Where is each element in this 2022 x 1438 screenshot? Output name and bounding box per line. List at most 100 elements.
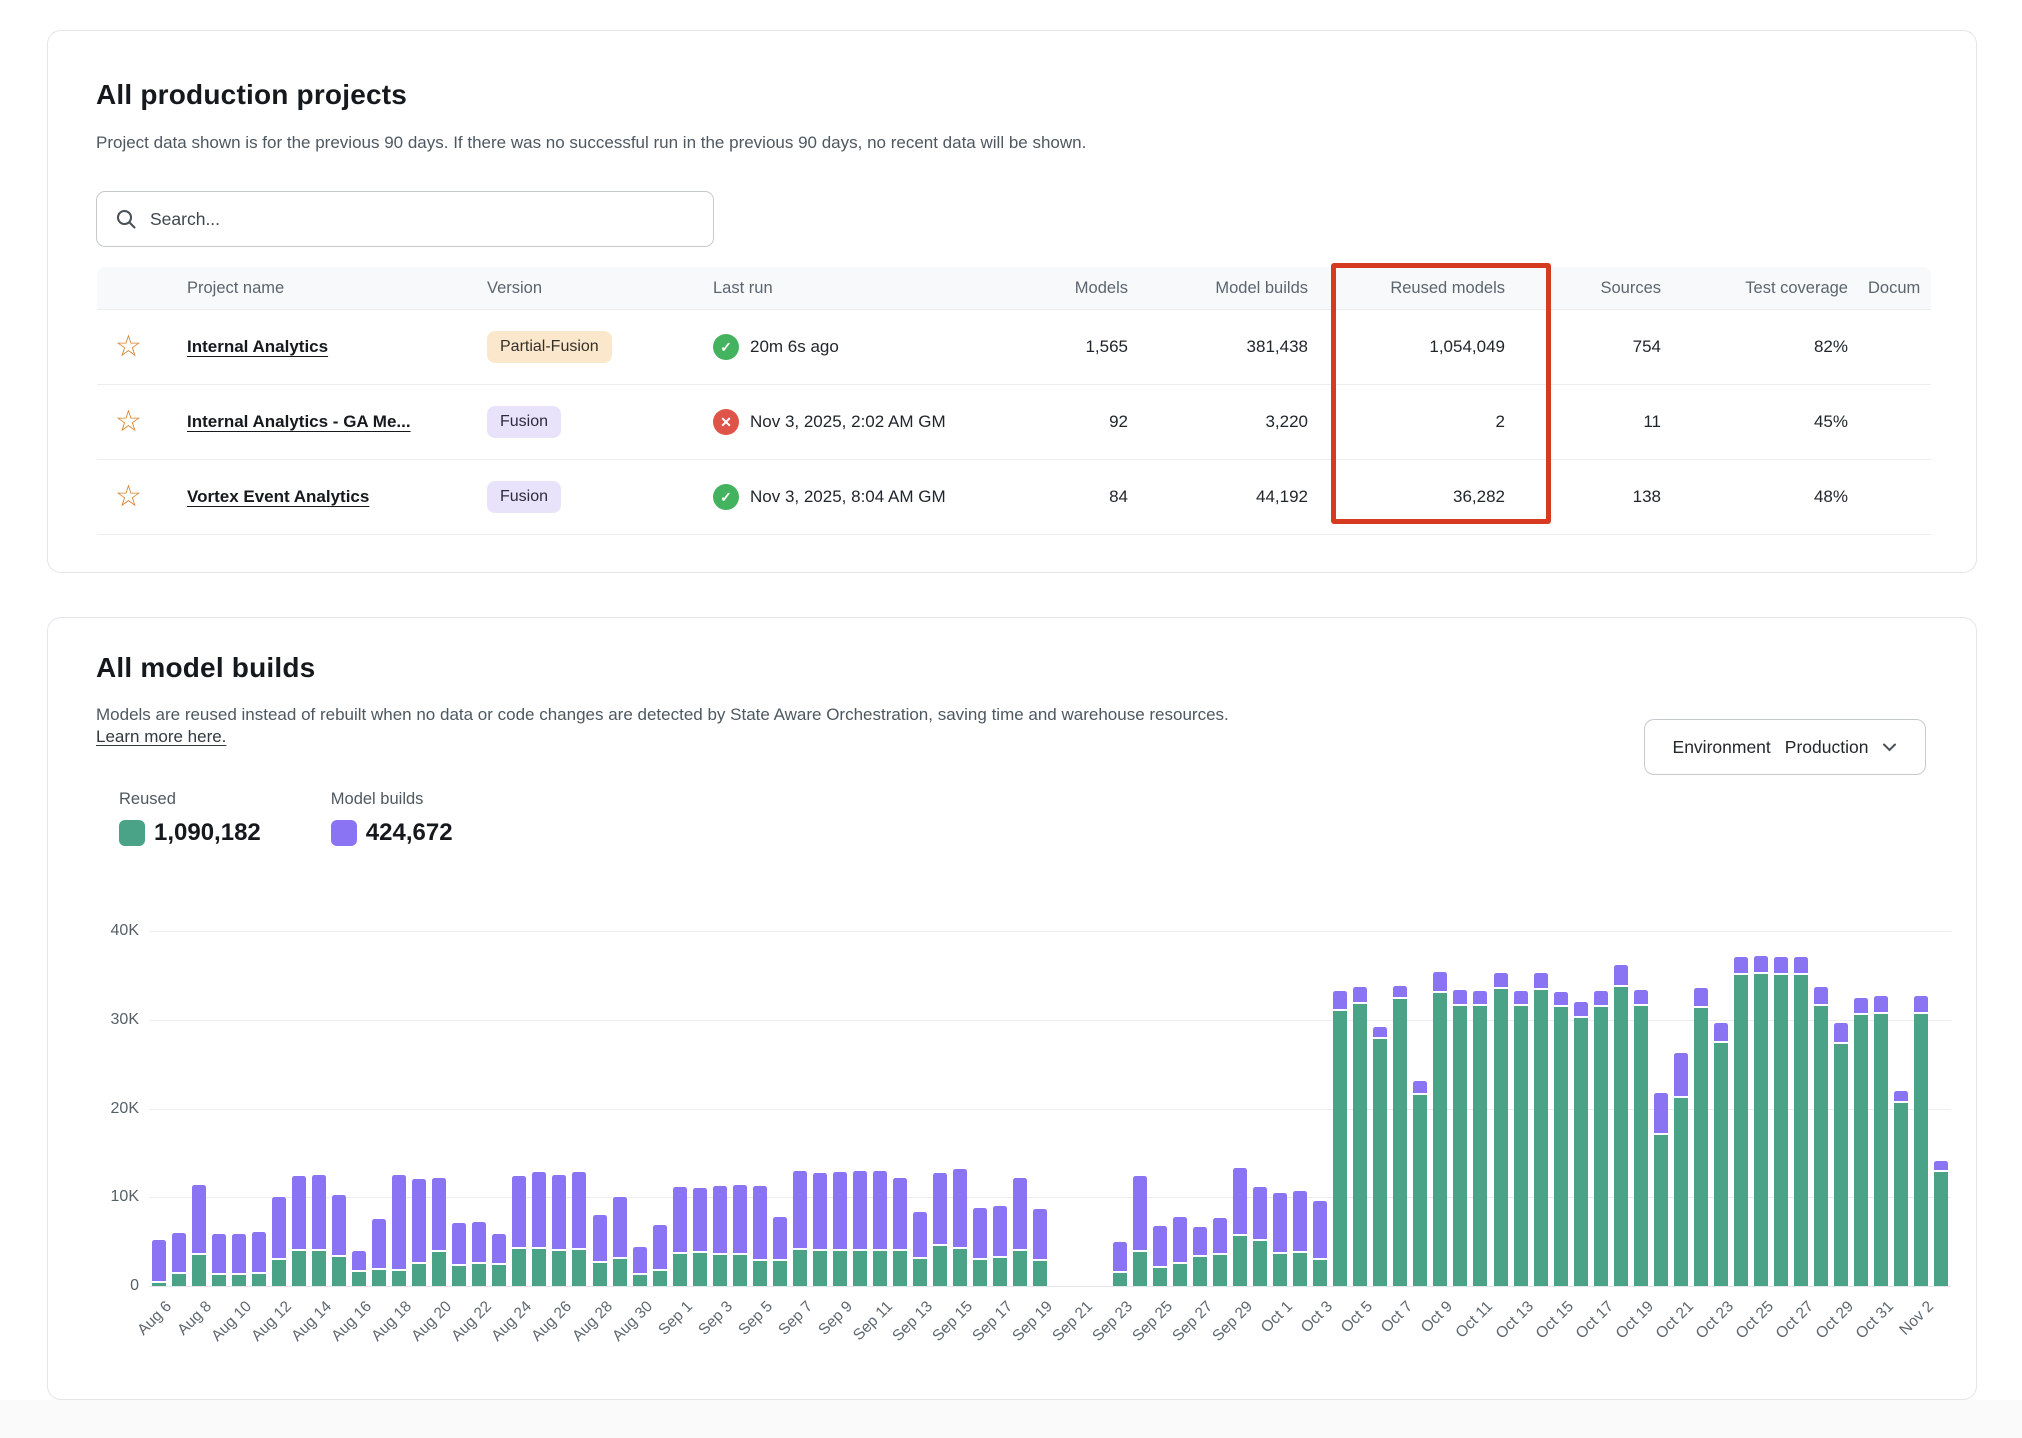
stacked-bar <box>853 931 867 1286</box>
x-axis-tick: Sep 7 <box>775 1298 816 1339</box>
stacked-bar <box>1914 931 1928 1286</box>
x-axis-tick: Sep 23 <box>1089 1298 1136 1345</box>
stacked-bar <box>1874 931 1888 1286</box>
project-name-link[interactable]: Internal Analytics - GA Me... <box>187 412 487 432</box>
stacked-bar <box>693 931 707 1286</box>
stacked-bar <box>1253 931 1267 1286</box>
reused-total: 1,090,182 <box>154 819 261 847</box>
projects-table-header: Project name Version Last run Models Mod… <box>97 267 1931 309</box>
y-axis-tick: 0 <box>87 1277 139 1295</box>
stacked-bar <box>1473 931 1487 1286</box>
stacked-bar <box>392 931 406 1286</box>
stacked-bar <box>352 931 366 1286</box>
stacked-bar <box>172 931 186 1286</box>
stacked-bar <box>833 931 847 1286</box>
page-bottom-strip <box>0 1400 2022 1438</box>
y-axis-tick: 10K <box>87 1188 139 1206</box>
stacked-bar <box>1494 931 1508 1286</box>
x-axis-tick: Oct 29 <box>1813 1298 1858 1343</box>
stacked-bar <box>552 931 566 1286</box>
stacked-bar <box>1594 931 1608 1286</box>
x-axis-tick: Oct 9 <box>1418 1298 1457 1337</box>
stacked-bar <box>793 931 807 1286</box>
stacked-bar <box>753 931 767 1286</box>
reused-models-value: 1,054,049 <box>1308 337 1505 357</box>
stacked-bar <box>1453 931 1467 1286</box>
stacked-bar <box>312 931 326 1286</box>
last-run-text: Nov 3, 2025, 8:04 AM GM <box>750 487 946 507</box>
project-search[interactable] <box>96 191 714 247</box>
project-name-link[interactable]: Internal Analytics <box>187 337 487 357</box>
stacked-bar <box>1634 931 1648 1286</box>
stacked-bar <box>993 931 1007 1286</box>
project-name-link[interactable]: Vortex Event Analytics <box>187 487 487 507</box>
projects-table: Project name Version Last run Models Mod… <box>97 267 1931 534</box>
environment-value: Production <box>1785 737 1869 758</box>
model-builds-value: 381,438 <box>1128 337 1308 357</box>
stacked-bar <box>512 931 526 1286</box>
stacked-bar <box>1133 931 1147 1286</box>
stacked-bar <box>1814 931 1828 1286</box>
stacked-bar <box>1694 931 1708 1286</box>
col-documentation: Documentation <box>1848 279 1920 298</box>
models-value: 1,565 <box>1043 337 1128 357</box>
favorite-star-icon[interactable]: ☆ <box>115 482 142 512</box>
stacked-bar <box>572 931 586 1286</box>
stacked-bar <box>432 931 446 1286</box>
x-axis-tick: Sep 11 <box>850 1298 897 1345</box>
stacked-bar <box>372 931 386 1286</box>
x-axis-tick: Oct 27 <box>1773 1298 1818 1343</box>
models-value: 84 <box>1043 487 1128 507</box>
stacked-bar <box>813 931 827 1286</box>
legend-model-builds: Model builds 424,672 <box>331 790 453 847</box>
search-input[interactable] <box>150 209 695 230</box>
x-axis-tick: Sep 9 <box>815 1298 856 1339</box>
x-axis-tick: Oct 15 <box>1532 1298 1577 1343</box>
favorite-star-icon[interactable]: ☆ <box>115 407 142 437</box>
x-axis-tick: Oct 31 <box>1853 1298 1898 1343</box>
learn-more-link[interactable]: Learn more here. <box>96 727 226 746</box>
x-axis-tick: Oct 17 <box>1572 1298 1617 1343</box>
model-builds-value: 44,192 <box>1128 487 1308 507</box>
stacked-bar <box>973 931 987 1286</box>
col-model-builds: Model builds <box>1128 279 1308 298</box>
col-last-run: Last run <box>713 279 1043 298</box>
stacked-bar <box>1213 931 1227 1286</box>
x-axis-tick: Oct 19 <box>1612 1298 1657 1343</box>
col-models: Models <box>1043 279 1128 298</box>
stacked-bar <box>1754 931 1768 1286</box>
x-axis-tick: Oct 11 <box>1453 1298 1497 1342</box>
favorite-star-icon[interactable]: ☆ <box>115 332 142 362</box>
legend-reused: Reused 1,090,182 <box>119 790 261 847</box>
stacked-bar <box>873 931 887 1286</box>
stacked-bar <box>673 931 687 1286</box>
stacked-bar <box>1794 931 1808 1286</box>
stacked-bar <box>653 931 667 1286</box>
stacked-bar <box>1293 931 1307 1286</box>
environment-dropdown[interactable]: Environment Production <box>1644 719 1926 775</box>
stacked-bar <box>212 931 226 1286</box>
table-row: ☆ Internal Analytics - GA Me... Fusion ✕… <box>97 384 1931 459</box>
version-badge: Partial-Fusion <box>487 331 612 363</box>
y-axis-tick: 40K <box>87 922 139 940</box>
stacked-bar <box>1273 931 1287 1286</box>
success-check-icon: ✓ <box>713 484 739 510</box>
stacked-bar <box>252 931 266 1286</box>
stacked-bar <box>1113 931 1127 1286</box>
stacked-bar <box>232 931 246 1286</box>
x-axis-tick: Aug 28 <box>569 1298 616 1345</box>
stacked-bar <box>1413 931 1427 1286</box>
stacked-bar <box>733 931 747 1286</box>
x-axis-tick: Aug 6 <box>134 1298 175 1339</box>
x-axis-tick: Oct 5 <box>1338 1298 1377 1337</box>
stacked-bar <box>1233 931 1247 1286</box>
chevron-down-icon <box>1882 742 1897 752</box>
model-builds-value: 3,220 <box>1128 412 1308 432</box>
table-row: ☆ Internal Analytics Partial-Fusion ✓ 20… <box>97 309 1931 384</box>
x-axis-tick: Nov 2 <box>1896 1298 1937 1339</box>
stacked-bar <box>1674 931 1688 1286</box>
stacked-bar <box>1574 931 1588 1286</box>
x-axis-tick: Sep 21 <box>1049 1298 1096 1345</box>
stacked-bar <box>272 931 286 1286</box>
model-builds-card: All model builds Models are reused inste… <box>47 617 1977 1400</box>
